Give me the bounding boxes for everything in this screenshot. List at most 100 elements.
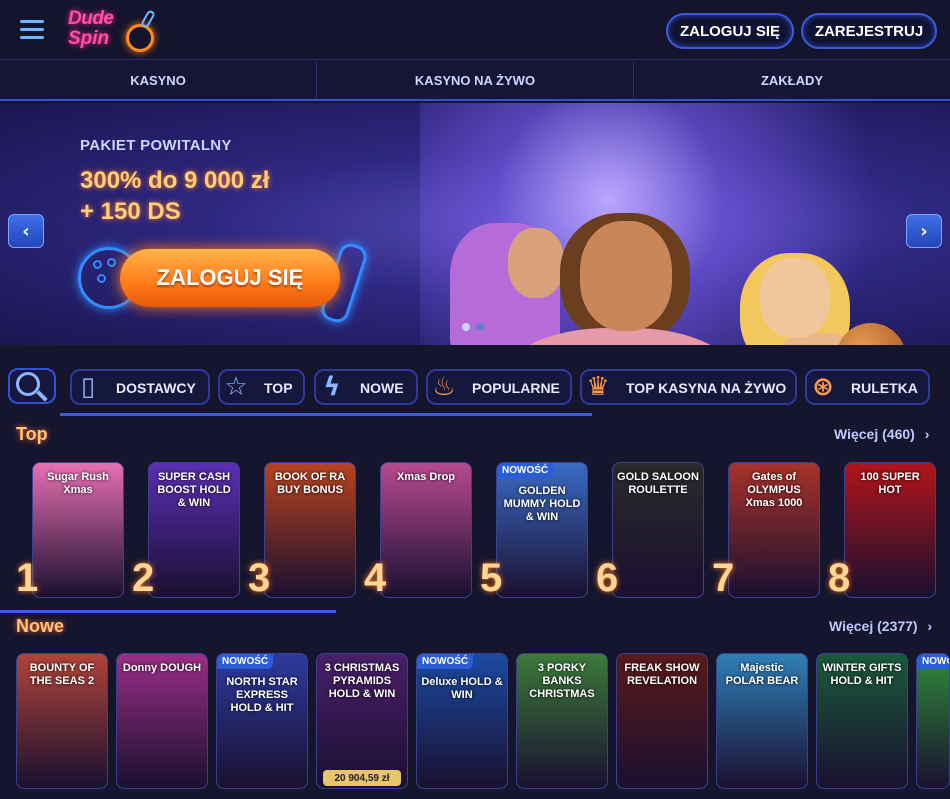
rank-number: 2 xyxy=(132,556,155,600)
chevron-right-icon[interactable]: › xyxy=(906,214,942,248)
category-top-live-casino[interactable]: ♛ TOP KASYNA NA ŻYWO xyxy=(580,369,797,405)
game-tile[interactable]: WINTER GIFTS HOLD & HIT xyxy=(816,653,908,789)
search-button[interactable] xyxy=(8,368,56,404)
game-title: 100 SUPER HOT xyxy=(860,471,920,496)
game-title: WINTER GIFTS HOLD & HIT xyxy=(822,662,902,687)
nav-item-live-casino[interactable]: KASYNO NA ŻYWO xyxy=(317,61,634,99)
category-top[interactable]: ☆ TOP xyxy=(218,369,305,405)
bowling-pin-icon xyxy=(140,9,156,29)
game-tile[interactable]: SUPER CASH BOOST HOLD & WIN xyxy=(148,462,240,598)
game-tile[interactable]: NORTH STAR EXPRESS HOLD & HIT NOWOŚĆ xyxy=(216,653,308,789)
game-tile[interactable]: Deluxe HOLD & WIN NOWOŚĆ xyxy=(416,653,508,789)
category-roulette[interactable]: ⊛ RULETKA xyxy=(805,369,930,405)
star-icon: ☆ xyxy=(224,372,248,402)
game-tile[interactable]: 100 SUPER HOT xyxy=(844,462,936,598)
category-label: TOP xyxy=(264,380,293,396)
game-tile[interactable]: Gates of OLYMPUS Xmas 1000 xyxy=(728,462,820,598)
rank-number: 6 xyxy=(596,556,619,600)
game-tile[interactable]: FREAK SHOW REVELATION xyxy=(616,653,708,789)
menu-icon[interactable] xyxy=(20,20,44,40)
crown-icon: ♛ xyxy=(586,372,610,402)
category-label: RULETKA xyxy=(851,380,918,396)
logo[interactable]: Dude Spin xyxy=(64,6,164,54)
category-new[interactable]: ϟ NOWE xyxy=(314,369,418,405)
game-title: Sugar Rush Xmas xyxy=(47,471,109,496)
game-title: Donny DOUGH xyxy=(122,662,202,674)
more-link-label: Więcej (2377) xyxy=(829,618,918,634)
section-more-top[interactable]: Więcej (460) › xyxy=(834,426,929,442)
game-title: BOOK OF RA BUY BONUS xyxy=(274,471,346,496)
game-tile[interactable]: GOLDEN MUMMY HOLD & WIN NOWOŚĆ xyxy=(496,462,588,598)
rank-number: 8 xyxy=(828,556,851,600)
lightning-icon: ϟ xyxy=(323,372,341,402)
rank-number: 3 xyxy=(248,556,271,600)
game-title: Majestic POLAR BEAR xyxy=(725,662,799,687)
new-badge: NOWOŚĆ xyxy=(497,463,554,478)
book-icon: ▯ xyxy=(80,372,96,402)
new-badge: NOWO xyxy=(917,654,949,669)
game-title: GOLDEN MUMMY HOLD & WIN xyxy=(503,485,581,523)
game-title: BOUNTY OF THE SEAS 2 xyxy=(29,662,95,687)
category-label: POPULARNE xyxy=(472,380,560,396)
category-label: TOP KASYNA NA ŻYWO xyxy=(626,380,787,396)
section-more-new[interactable]: Więcej (2377) › xyxy=(829,618,932,634)
bowling-ball-icon xyxy=(126,24,154,52)
game-tile[interactable]: Donny DOUGH xyxy=(116,653,208,789)
new-badge: NOWOŚĆ xyxy=(417,654,474,669)
promo-banner[interactable]: PAKIET POWITALNY 300% do 9 000 zł + 150 … xyxy=(0,103,950,345)
logo-text-top: Dude xyxy=(68,8,114,29)
game-tile[interactable]: Majestic POLAR BEAR xyxy=(716,653,808,789)
roulette-icon: ⊛ xyxy=(812,372,834,402)
game-tile[interactable]: GOLD SALOON ROULETTE xyxy=(612,462,704,598)
game-tile[interactable]: Sugar Rush Xmas xyxy=(32,462,124,598)
top-scroll-indicator xyxy=(0,610,336,613)
game-tile[interactable]: BOOK OF RA BUY BONUS xyxy=(264,462,356,598)
game-title: 3 PORKY BANKS CHRISTMAS xyxy=(529,662,595,700)
promo-amount-line2: + 150 DS xyxy=(80,198,181,225)
header: Dude Spin ZALOGUJ SIĘ ZAREJESTRUJ xyxy=(0,0,950,60)
nav-item-betting[interactable]: ZAKŁADY xyxy=(634,61,950,99)
rank-number: 7 xyxy=(712,556,735,600)
game-tile[interactable]: Xmas Drop xyxy=(380,462,472,598)
nav-item-casino[interactable]: KASYNO xyxy=(0,61,317,99)
jackpot-amount: 20 904,59 zł xyxy=(323,770,401,786)
main-nav: KASYNO KASYNO NA ŻYWO ZAKŁADY xyxy=(0,61,950,101)
game-title: SUPER CASH BOOST HOLD & WIN xyxy=(157,471,231,509)
carousel-dot[interactable] xyxy=(462,323,470,331)
banner-character-center-head xyxy=(580,221,672,331)
game-title: Deluxe HOLD & WIN xyxy=(421,676,503,701)
banner-character-left-head xyxy=(508,228,564,298)
rank-number: 4 xyxy=(364,556,387,600)
game-title: Gates of OLYMPUS Xmas 1000 xyxy=(745,471,803,509)
carousel-dot[interactable] xyxy=(476,323,484,331)
search-icon-handle xyxy=(36,390,48,402)
register-button[interactable]: ZAREJESTRUJ xyxy=(801,13,937,49)
game-title: Xmas Drop xyxy=(396,471,456,483)
game-title: 3 CHRISTMAS PYRAMIDS HOLD & WIN xyxy=(324,662,400,700)
carousel-dots xyxy=(462,323,484,331)
game-title: NORTH STAR EXPRESS HOLD & HIT xyxy=(226,676,298,714)
game-title: FREAK SHOW REVELATION xyxy=(624,662,700,687)
game-tile[interactable]: 3 CHRISTMAS PYRAMIDS HOLD & WIN 20 904,59… xyxy=(316,653,408,789)
banner-login-button[interactable]: ZALOGUJ SIĘ xyxy=(120,249,340,307)
category-popular[interactable]: ♨ POPULARNE xyxy=(426,369,572,405)
chevron-left-icon[interactable]: ‹ xyxy=(8,214,44,248)
rank-number: 5 xyxy=(480,556,503,600)
game-tile[interactable]: NOWO xyxy=(916,653,950,789)
game-tile[interactable]: BOUNTY OF THE SEAS 2 xyxy=(16,653,108,789)
rank-number: 1 xyxy=(16,556,39,600)
flame-icon: ♨ xyxy=(432,372,456,402)
logo-text-bottom: Spin xyxy=(68,28,110,49)
category-providers[interactable]: ▯ DOSTAWCY xyxy=(70,369,210,405)
new-badge: NOWOŚĆ xyxy=(217,654,274,669)
more-link-label: Więcej (460) xyxy=(834,426,915,442)
banner-character-right-head xyxy=(760,258,830,338)
section-title-top: Top xyxy=(16,424,48,444)
promo-amount: 300% do 9 000 zł + 150 DS xyxy=(80,165,269,227)
section-title-new: Nowe xyxy=(16,616,65,636)
login-button[interactable]: ZALOGUJ SIĘ xyxy=(666,13,794,49)
game-tile[interactable]: 3 PORKY BANKS CHRISTMAS xyxy=(516,653,608,789)
category-label: DOSTAWCY xyxy=(116,380,196,396)
promo-amount-line1: 300% do 9 000 zł xyxy=(80,167,270,194)
chevron-right-icon: › xyxy=(927,618,933,634)
